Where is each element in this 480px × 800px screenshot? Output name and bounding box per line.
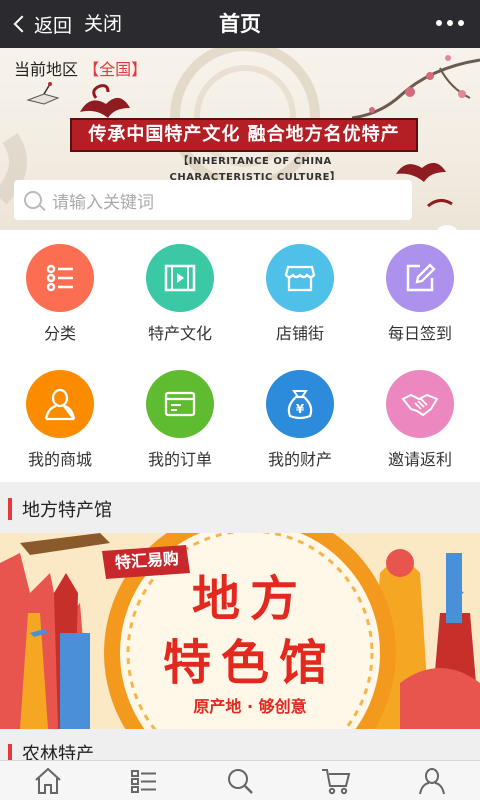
- banner-slogan: 传承中国特产文化 融合地方名优特产: [88, 124, 400, 145]
- tab-category[interactable]: [96, 761, 192, 800]
- svg-text:¥: ¥: [296, 402, 305, 416]
- feature-shop-street[interactable]: 店铺街: [240, 230, 360, 356]
- feature-invite-rebate[interactable]: 邀请返利: [360, 356, 480, 482]
- chevron-left-icon: [13, 15, 31, 33]
- region-label: 当前地区: [14, 60, 79, 79]
- tab-search[interactable]: [192, 761, 288, 800]
- feature-grid: 分类 特产文化 店铺街 每日签到 我的商城 我的订单 ¥ 我的财产 邀请返利: [0, 230, 480, 482]
- more-dot-icon: [436, 20, 442, 26]
- card-icon: [146, 370, 214, 438]
- promo-title-line2: 特色馆: [162, 635, 337, 691]
- section-title: 地方特产馆: [22, 500, 112, 521]
- feature-daily-checkin[interactable]: 每日签到: [360, 230, 480, 356]
- promo-tag: 特汇易购: [114, 548, 180, 573]
- region-selector[interactable]: 当前地区 【全国】: [14, 56, 147, 80]
- feature-category[interactable]: 分类: [0, 230, 120, 356]
- section-header-local: 地方特产馆: [0, 484, 480, 532]
- section-title: 农林特产: [22, 744, 94, 760]
- feature-label: 特产文化: [147, 324, 212, 343]
- profile-icon: [419, 768, 445, 795]
- search-placeholder: 请输入关键词: [52, 192, 154, 213]
- feature-my-orders[interactable]: 我的订单: [120, 356, 240, 482]
- video-icon: [146, 244, 214, 312]
- more-dot-icon: [447, 20, 453, 26]
- more-dot-icon: [458, 20, 464, 26]
- more-menu-button[interactable]: [436, 20, 464, 26]
- back-label: 返回: [34, 14, 73, 37]
- banner-subslogan: 【INHERITANCE OF CHINA CHARACTERISTIC CUL…: [169, 156, 341, 183]
- tab-home[interactable]: [0, 761, 96, 800]
- tab-cart[interactable]: [288, 761, 384, 800]
- tab-profile[interactable]: [384, 761, 480, 800]
- home-icon: [35, 767, 61, 794]
- bottom-tab-bar: [0, 760, 480, 800]
- promo-caption: 原产地 · 够创意: [193, 697, 307, 716]
- top-navigation-bar: 返回 关闭 首页: [0, 0, 480, 48]
- search-icon: [228, 769, 253, 794]
- section-header-farm: 农林特产: [0, 730, 480, 760]
- edit-icon: [386, 244, 454, 312]
- feature-culture[interactable]: 特产文化: [120, 230, 240, 356]
- section-accent-bar: [8, 498, 12, 520]
- category-icon: [131, 770, 156, 793]
- shop-icon: [266, 244, 334, 312]
- feature-my-mall[interactable]: 我的商城: [0, 356, 120, 482]
- cart-icon: [322, 769, 351, 795]
- feature-label: 我的财产: [267, 450, 332, 469]
- list-icon: [26, 244, 94, 312]
- close-button[interactable]: 关闭: [84, 0, 122, 48]
- search-input[interactable]: 请输入关键词: [14, 180, 412, 220]
- feature-label: 店铺街: [275, 324, 324, 343]
- feature-label: 邀请返利: [387, 450, 452, 469]
- region-value: 【全国】: [83, 60, 148, 79]
- section-accent-bar: [8, 744, 12, 760]
- feature-label: 我的订单: [147, 450, 212, 469]
- feature-label: 分类: [43, 324, 76, 343]
- header-banner: 当前地区 【全国】 传承中国特产文化 融合地方名优特产 【INHERITANCE…: [0, 48, 480, 230]
- search-icon: [24, 191, 42, 209]
- handshake-icon: [386, 370, 454, 438]
- back-button[interactable]: 返回: [10, 0, 72, 48]
- user-icon: [26, 370, 94, 438]
- feature-label: 每日签到: [387, 324, 452, 343]
- feature-my-assets[interactable]: ¥ 我的财产: [240, 356, 360, 482]
- feature-label: 我的商城: [27, 450, 92, 469]
- money-bag-icon: ¥: [266, 370, 334, 438]
- promo-title-line1: 地方: [191, 571, 308, 627]
- local-specialty-banner[interactable]: 特汇易购 地方 特色馆 原产地 · 够创意: [0, 533, 480, 729]
